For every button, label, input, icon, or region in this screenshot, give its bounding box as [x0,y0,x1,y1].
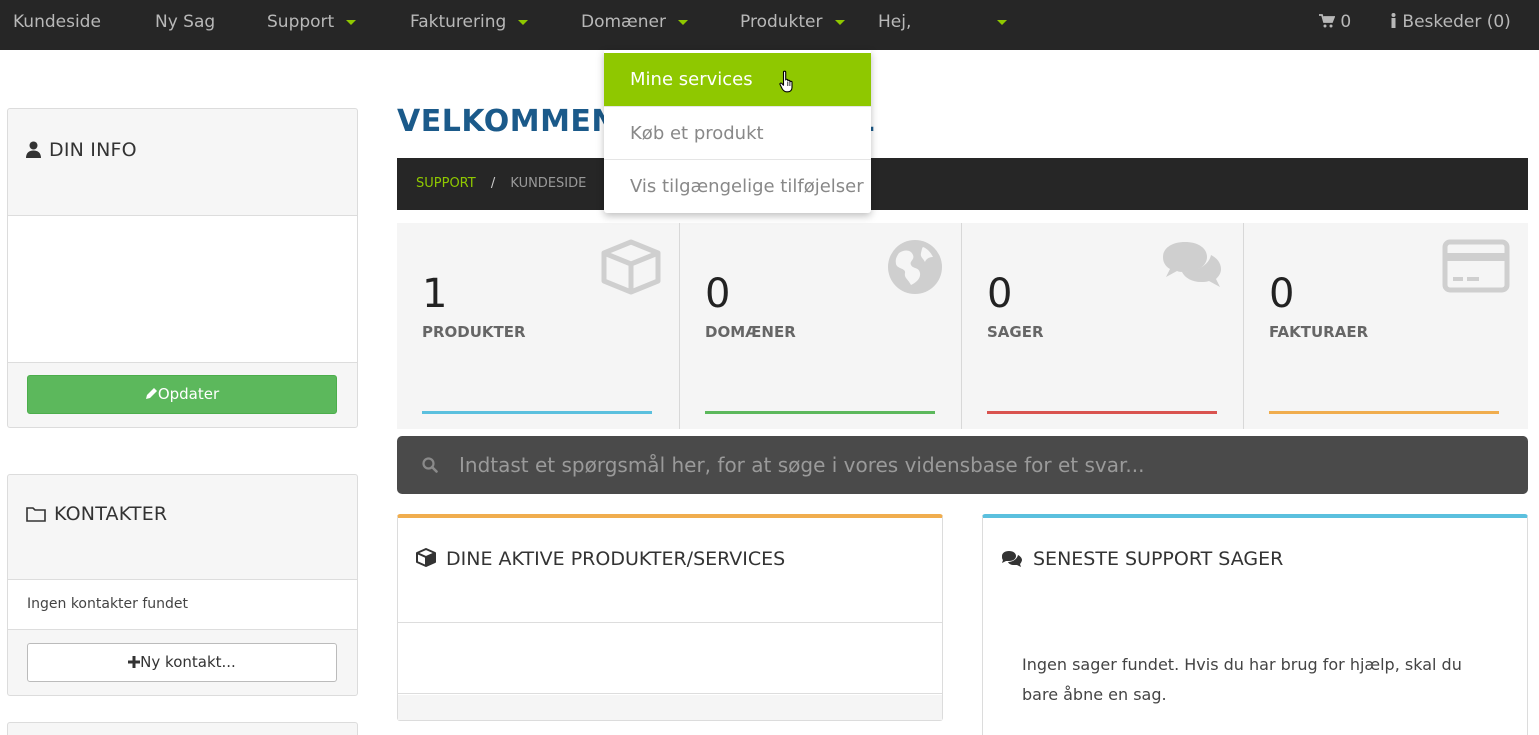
recent-tickets-title: SENESTE SUPPORT SAGER [1001,548,1283,570]
nav-support-label: Support [267,12,335,32]
pencil-icon [145,388,157,399]
active-products-panel: DINE AKTIVE PRODUKTER/SERVICES [397,514,943,721]
nav-products[interactable]: Produkter [740,0,845,44]
contacts-list: Ingen kontakter fundet [8,579,357,630]
info-title-text: DIN INFO [49,139,137,161]
info-panel: DIN INFO Opdater [7,108,358,428]
shopping-cart-icon [1319,14,1336,28]
caret-down-icon [677,19,688,25]
breadcrumb-current: KUNDESIDE [510,176,587,191]
stat-count: 0 [1269,271,1295,317]
active-products-title: DINE AKTIVE PRODUKTER/SERVICES [416,548,785,570]
plus-icon [128,656,141,668]
nav-billing[interactable]: Fakturering [410,0,529,44]
cube-icon [416,548,436,567]
comments-icon [1002,551,1022,567]
contacts-panel: KONTAKTER Ingen kontakter fundet Ny kont… [7,474,358,696]
stat-label: PRODUKTER [422,323,526,341]
caret-down-icon [834,19,845,25]
cart-count: 0 [1340,12,1352,32]
globe-icon [888,240,942,294]
search-icon [422,457,438,473]
search-input[interactable] [459,436,1509,494]
messages-label: Beskeder (0) [1402,12,1511,32]
stat-count: 0 [705,271,731,317]
nav-domains-label: Domæner [581,12,666,32]
user-icon [26,141,41,158]
active-products-title-text: DINE AKTIVE PRODUKTER/SERVICES [446,548,786,570]
cube-icon [601,239,661,295]
update-button-label: Opdater [157,385,220,403]
stat-bar [1269,411,1499,414]
nav-products-label: Produkter [740,12,823,32]
contacts-panel-title: KONTAKTER [26,503,167,525]
dropdown-item-view-addons[interactable]: Vis tilgængelige tilføjelser [604,159,871,212]
knowledgebase-search [397,436,1528,494]
update-button[interactable]: Opdater [27,375,337,414]
active-products-footer [398,695,942,720]
breadcrumb: SUPPORT / KUNDESIDE [397,158,1528,210]
products-dropdown-menu: Mine services Køb et produkt Vis tilgæng… [604,50,871,213]
nav-new-ticket[interactable]: Ny Sag [155,0,215,44]
info-content [8,215,357,363]
stat-label: FAKTURAER [1269,323,1369,341]
stats-tiles: 1 PRODUKTER 0 DOMÆNER 0 SAGER 0 FAKTURAE… [397,223,1528,429]
page-title: VELKOMMEN L [397,104,874,139]
credit-card-icon [1442,239,1510,293]
nav-support[interactable]: Support [267,0,357,44]
breadcrumb-support[interactable]: SUPPORT [416,176,476,191]
stat-count: 0 [987,271,1013,317]
sidebar-panel-partial [7,722,358,735]
stat-count: 1 [422,271,448,317]
nav-home[interactable]: Kundeside [13,0,101,44]
stat-tile-invoices[interactable]: 0 FAKTURAER [1243,223,1528,429]
caret-down-icon [346,19,357,25]
dropdown-item-buy-product[interactable]: Køb et produkt [604,106,871,159]
comments-icon [1163,242,1221,287]
recent-tickets-panel: SENESTE SUPPORT SAGER Ingen sager fundet… [982,514,1528,735]
nav-messages[interactable]: Beskeder (0) [1390,0,1511,44]
recent-tickets-title-text: SENESTE SUPPORT SAGER [1033,548,1284,570]
nav-billing-label: Fakturering [410,12,507,32]
stat-tile-tickets[interactable]: 0 SAGER [961,223,1243,429]
info-icon [1391,13,1396,28]
caret-down-icon [997,20,1007,25]
new-contact-label: Ny kontakt... [140,653,236,671]
stat-bar [422,411,652,414]
caret-down-icon [518,19,529,25]
dropdown-item-my-services[interactable]: Mine services [604,53,871,106]
nav-domains[interactable]: Domæner [581,0,688,44]
new-contact-button[interactable]: Ny kontakt... [27,643,337,682]
welcome-text: VELKOMMEN [397,104,618,139]
stat-tile-domains[interactable]: 0 DOMÆNER [679,223,961,429]
contacts-empty-text: Ingen kontakter fundet [27,596,189,612]
nav-greeting: Hej, [878,12,912,32]
stat-bar [705,411,935,414]
stat-bar [987,411,1217,414]
breadcrumb-separator: / [490,176,496,191]
stat-label: SAGER [987,323,1044,341]
hand-cursor-icon [779,70,793,93]
nav-cart[interactable]: 0 [1319,0,1351,44]
info-panel-title: DIN INFO [26,139,137,161]
stat-label: DOMÆNER [705,323,796,341]
folder-icon [26,507,46,522]
top-navbar: Kundeside Ny Sag Support Fakturering Dom… [0,0,1539,50]
contacts-title-text: KONTAKTER [54,503,168,525]
nav-account[interactable]: Hej, [878,0,1010,44]
active-products-list [398,622,942,694]
tickets-empty-text: Ingen sager fundet. Hvis du har brug for… [1022,655,1462,704]
stat-tile-products[interactable]: 1 PRODUKTER [397,223,679,429]
